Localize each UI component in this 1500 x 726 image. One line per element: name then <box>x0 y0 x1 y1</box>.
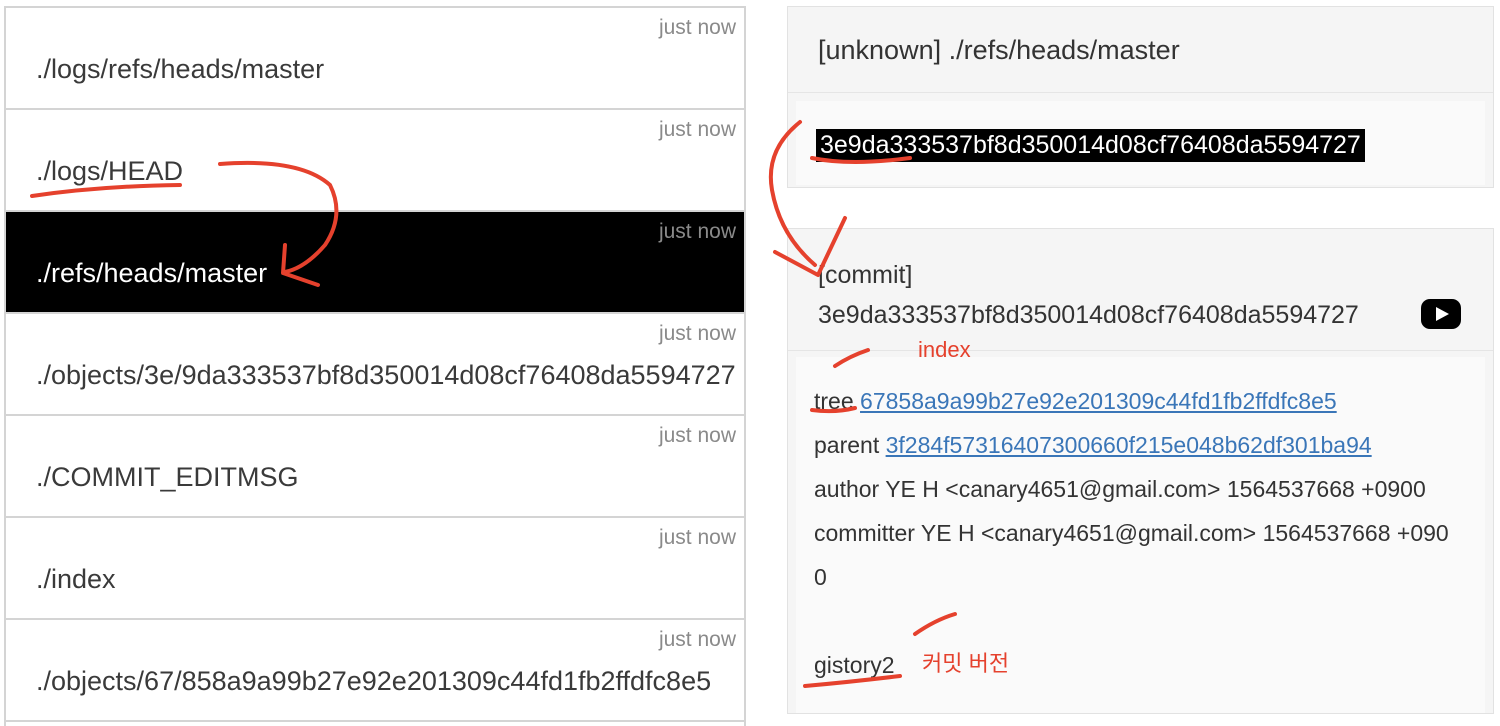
file-path: ./refs/heads/master <box>36 258 268 288</box>
tree-label: tree <box>814 388 854 414</box>
file-path: ./COMMIT_EDITMSG <box>36 462 299 492</box>
file-list: just now ./logs/refs/heads/master just n… <box>4 6 746 726</box>
file-time: just now <box>658 628 736 651</box>
file-path: ./logs/refs/heads/master <box>36 54 325 84</box>
file-row-refs-heads-master[interactable]: just now ./refs/heads/master <box>6 212 744 314</box>
commit-message: gistory2 <box>814 652 895 678</box>
file-path: ./logs/HEAD <box>36 156 184 186</box>
commit-committer-line: committer YE H <canary4651@gmail.com> 15… <box>814 520 1449 546</box>
file-time: just now <box>658 424 736 447</box>
file-path: ./objects/3e/9da333537bf8d350014d08cf764… <box>36 360 736 390</box>
commit-type-label: [commit] <box>818 261 913 289</box>
file-row-commit-editmsg[interactable]: just now ./COMMIT_EDITMSG <box>6 416 744 518</box>
ref-panel-title: [unknown] ./refs/heads/master <box>788 7 1493 93</box>
commit-hash: 3e9da333537bf8d350014d08cf76408da5594727 <box>818 301 1359 329</box>
file-time: just now <box>658 220 736 243</box>
commit-tree-line: tree 67858a9a99b27e92e201309c44fd1fb2ffd… <box>814 379 1485 423</box>
parent-label: parent <box>814 432 880 458</box>
commit-panel-header: [commit] 3e9da333537bf8d350014d08cf76408… <box>788 229 1493 351</box>
file-path: ./index <box>36 564 116 594</box>
file-row-logs-refs-heads-master[interactable]: just now ./logs/refs/heads/master <box>6 8 744 110</box>
file-row-index[interactable]: just now ./index <box>6 518 744 620</box>
file-time: just now <box>658 526 736 549</box>
commit-version-annotation: 커밋 버전 <box>922 651 1010 676</box>
commit-parent-line: parent 3f284f57316407300660f215e048b62df… <box>814 423 1485 467</box>
file-path: ./objects/67/858a9a99b27e92e201309c44fd1… <box>36 666 712 696</box>
commit-committer-line-wrap: 0 <box>814 564 827 590</box>
commit-author-line: author YE H <canary4651@gmail.com> 15645… <box>814 476 1426 502</box>
file-row-objects-3e[interactable]: just now ./objects/3e/9da333537bf8d35001… <box>6 314 744 416</box>
file-row-logs-head[interactable]: just now ./logs/HEAD <box>6 110 744 212</box>
ref-detail-panel: [unknown] ./refs/heads/master 3e9da33353… <box>787 6 1494 188</box>
tree-hash-link[interactable]: 67858a9a99b27e92e201309c44fd1fb2ffdfc8e5 <box>860 388 1337 414</box>
file-time: just now <box>658 118 736 141</box>
file-time: just now <box>658 322 736 345</box>
index-annotation: index <box>918 337 971 362</box>
play-icon[interactable] <box>1421 299 1461 329</box>
ref-panel-body: 3e9da333537bf8d350014d08cf76408da5594727 <box>796 101 1485 185</box>
file-row-objects-67[interactable]: just now ./objects/67/858a9a99b27e92e201… <box>6 620 744 722</box>
file-time: just now <box>658 16 736 39</box>
parent-hash-link[interactable]: 3f284f57316407300660f215e048b62df301ba94 <box>886 432 1372 458</box>
commit-detail-panel: [commit] 3e9da333537bf8d350014d08cf76408… <box>787 228 1494 714</box>
commit-panel-body: tree 67858a9a99b27e92e201309c44fd1fb2ffd… <box>796 357 1485 713</box>
ref-hash[interactable]: 3e9da333537bf8d350014d08cf76408da5594727 <box>816 129 1365 162</box>
